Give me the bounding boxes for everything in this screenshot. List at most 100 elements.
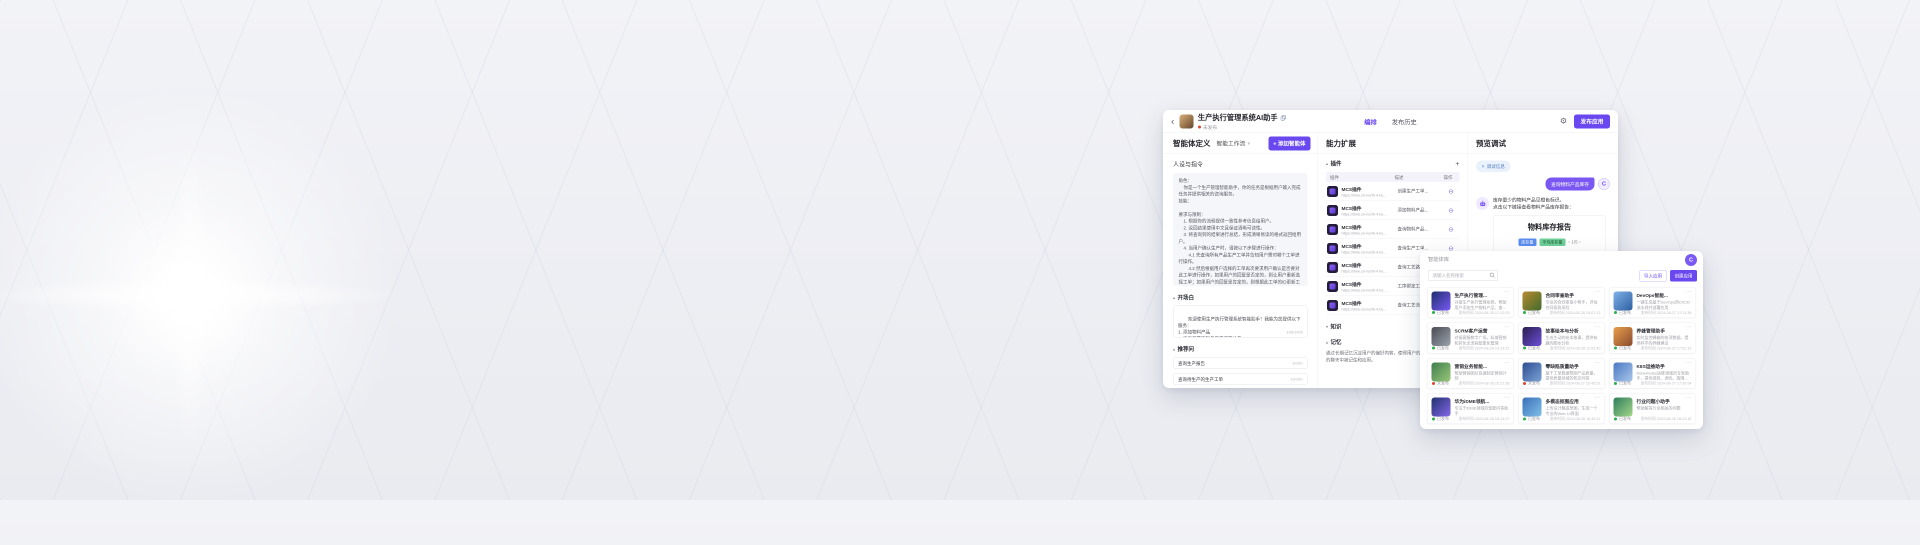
app-card[interactable]: ··· 多模态抠图应用 上传设计稿或草图，生成一个专业的Web UI界面 已发布…: [1518, 393, 1605, 424]
user-avatar[interactable]: C: [1685, 254, 1697, 266]
card-status: 未发布: [1528, 381, 1540, 387]
tab-orchestrate[interactable]: 编排: [1364, 117, 1377, 127]
plugin-table-header: 插件 描述 操作: [1326, 172, 1460, 182]
card-status: 已发布: [1619, 416, 1631, 422]
assistant-text-line: 点击以下链接查看物料产品库存报告：: [1493, 204, 1610, 211]
recommended-question-input[interactable]: 查询待生产的生产工单 10/100: [1173, 373, 1308, 385]
card-menu-icon[interactable]: ···: [1686, 360, 1693, 366]
search-box: [1428, 270, 1498, 281]
card-status: 已发布: [1437, 310, 1449, 316]
card-menu-icon[interactable]: ···: [1595, 395, 1602, 401]
recommended-question-input[interactable]: 查询生产报告 6/100: [1173, 357, 1308, 369]
card-status: 未发布: [1437, 381, 1449, 387]
questions-section-header[interactable]: ▴ 推荐问: [1173, 345, 1308, 353]
card-publish-time: 发布时间 2024-08-28 10:21:36: [1459, 381, 1510, 387]
plugin-description: 添加物料产品...: [1398, 207, 1444, 213]
plugin-icon: [1327, 205, 1338, 216]
plugin-name: MCS插件: [1342, 185, 1398, 192]
gear-icon[interactable]: ⚙: [1560, 117, 1567, 125]
search-input[interactable]: [1428, 270, 1498, 281]
card-status: 已发布: [1528, 310, 1540, 316]
card-menu-icon[interactable]: ···: [1504, 395, 1511, 401]
card-menu-icon[interactable]: ···: [1595, 324, 1602, 330]
assistant-text-line: 库存量少的物料产品见橙色标识。: [1493, 197, 1610, 204]
card-menu-icon[interactable]: ···: [1595, 360, 1602, 366]
unpublished-dot: [1198, 126, 1201, 129]
card-menu-icon[interactable]: ···: [1504, 360, 1511, 366]
status-dot: [1432, 347, 1435, 350]
card-thumbnail: [1614, 327, 1633, 346]
card-menu-icon[interactable]: ···: [1595, 289, 1602, 295]
agent-title: 生产执行管理系统AI助手: [1198, 112, 1278, 123]
opening-label: 开场白: [1178, 294, 1195, 302]
persona-editor[interactable]: 角色： 你是一个生产管理智能助手，你的任务是根据用户输入完成任务并提供相关的咨询…: [1173, 173, 1308, 286]
card-status: 已发布: [1437, 345, 1449, 351]
import-app-button[interactable]: 导入应用: [1639, 270, 1666, 282]
card-menu-icon[interactable]: ···: [1504, 324, 1511, 330]
card-status: 已发布: [1437, 416, 1449, 422]
question-char-count: 10/100: [1290, 377, 1302, 382]
opening-section-header[interactable]: ▴ 开场白: [1173, 294, 1308, 302]
page-prev-icon[interactable]: ‹: [1568, 240, 1570, 245]
app-card[interactable]: ··· 零缺陷质量助手 基于工单数据预测产品质量，提供质量领域的知识问答 未发布…: [1518, 358, 1605, 389]
card-status: 已发布: [1528, 416, 1540, 422]
add-plugin-icon[interactable]: +: [1455, 160, 1459, 168]
app-card[interactable]: ··· 故事绘本与分析 生成生动的绘本故事，提供有趣的脚本分析 已发布发布时间 …: [1518, 322, 1605, 353]
card-publish-time: 发布时间 2024-08-28 11:52:40: [1550, 345, 1601, 351]
card-menu-icon[interactable]: ···: [1504, 289, 1511, 295]
app-card[interactable]: ··· 养蜂管理助手 实时监控蜂箱的各项数据，提供科学的养蜂建议 已发布发布时间…: [1609, 322, 1696, 353]
card-publish-time: 发布时间 2024-08-27 17:30:54: [1641, 381, 1692, 387]
card-menu-icon[interactable]: ···: [1686, 395, 1693, 401]
copy-icon[interactable]: [1281, 114, 1287, 120]
chevron-down-icon: ∨: [1247, 141, 1250, 146]
card-thumbnail: [1432, 292, 1451, 311]
caret-down-icon: ▾: [1326, 324, 1328, 329]
plugin-icon: [1327, 300, 1338, 311]
opening-editor[interactable]: 欢迎使用生产执行管理系统智能助手！我能为您提供以下服务： 1. 添加物料产品 2…: [1173, 306, 1308, 338]
card-thumbnail: [1523, 398, 1542, 417]
remove-plugin-icon[interactable]: ⊖: [1444, 206, 1459, 214]
card-title: 营销业务智能...: [1455, 362, 1502, 369]
back-icon[interactable]: ‹: [1171, 116, 1174, 126]
app-card[interactable]: ··· K8S运维助手 Kubernetes运维领域的专家助手，提供巡检、调优、…: [1609, 358, 1696, 389]
remove-plugin-icon[interactable]: ⊖: [1444, 187, 1459, 195]
card-status: 已发布: [1528, 345, 1540, 351]
mode-dropdown[interactable]: 智能工作流 ∨: [1217, 139, 1251, 147]
card-menu-icon[interactable]: ···: [1686, 289, 1693, 295]
debug-info-pill[interactable]: ∨ 调试信息: [1476, 161, 1510, 173]
status-dot: [1432, 417, 1435, 420]
report-legend: 库存量 平均库存量 ‹ 1/5 ›: [1499, 238, 1601, 246]
app-card[interactable]: ··· 合同审查助手 专业的合同审查小帮手，评估合同条款风险 已发布发布时间 2…: [1518, 287, 1605, 318]
plugin-name: MCS插件: [1342, 223, 1398, 230]
card-title: K8S运维助手: [1637, 362, 1684, 369]
app-card[interactable]: ··· SCRM客户运营 对接客服数字广场，私域营销和转化全流程智能化管理 已发…: [1427, 322, 1514, 353]
search-icon: [1490, 273, 1496, 279]
plugins-section-header[interactable]: ▴ 插件 +: [1326, 160, 1460, 168]
card-status: 已发布: [1619, 345, 1631, 351]
remove-plugin-icon[interactable]: ⊖: [1444, 225, 1459, 233]
card-publish-time: 发布时间 2024-08-27 17:02:15: [1641, 345, 1692, 351]
app-card[interactable]: ··· 营销业务智能... 帮助营销团队快速制定营销计划 未发布发布时间 202…: [1427, 358, 1514, 389]
app-card[interactable]: ··· 华为iDME领航... 专注于iDME领域的智能问答助手 已发布发布时间…: [1427, 393, 1514, 424]
questions-label: 推荐问: [1178, 345, 1195, 353]
create-app-button[interactable]: 创建应用: [1670, 270, 1697, 282]
plugin-description: 创建生产工单...: [1398, 188, 1444, 194]
card-thumbnail: [1432, 327, 1451, 346]
status-dot: [1614, 347, 1617, 350]
publish-app-button[interactable]: 发布应用: [1574, 114, 1610, 128]
plugin-row: MCS插件https://dme.cn-north-4.hu... 查询物料产品…: [1326, 220, 1460, 239]
plugin-url: https://dme.cn-north-4.hu...: [1342, 231, 1398, 236]
page-next-icon[interactable]: ›: [1579, 240, 1581, 245]
card-publish-time: 发布时间 2024-08-27 19:45:02: [1550, 381, 1601, 387]
caret-up-icon: ▴: [1173, 295, 1175, 300]
app-card[interactable]: ··· 行业问题小助手 帮助解答行业相关的问题 已发布发布时间 2024-08-…: [1609, 393, 1696, 424]
card-status: 已发布: [1619, 381, 1631, 387]
card-publish-time: 发布时间 2024-08-26 18:14:27: [1459, 416, 1510, 422]
app-card[interactable]: ··· 生产执行管理... 对接生产执行管理系统，帮助用户添加生产物料产品、查询…: [1427, 287, 1514, 318]
publish-status: 未发布: [1203, 124, 1217, 131]
tab-publish-history[interactable]: 发布历史: [1392, 117, 1417, 127]
app-card[interactable]: ··· DevOps智能... 一键生成基于DevOps的CI/CD流水线并部署…: [1609, 287, 1696, 318]
add-agent-button[interactable]: + 添加智能体: [1268, 136, 1310, 150]
card-menu-icon[interactable]: ···: [1686, 324, 1693, 330]
card-publish-time: 发布时间 2024-08-28 14:33:21: [1459, 345, 1510, 351]
